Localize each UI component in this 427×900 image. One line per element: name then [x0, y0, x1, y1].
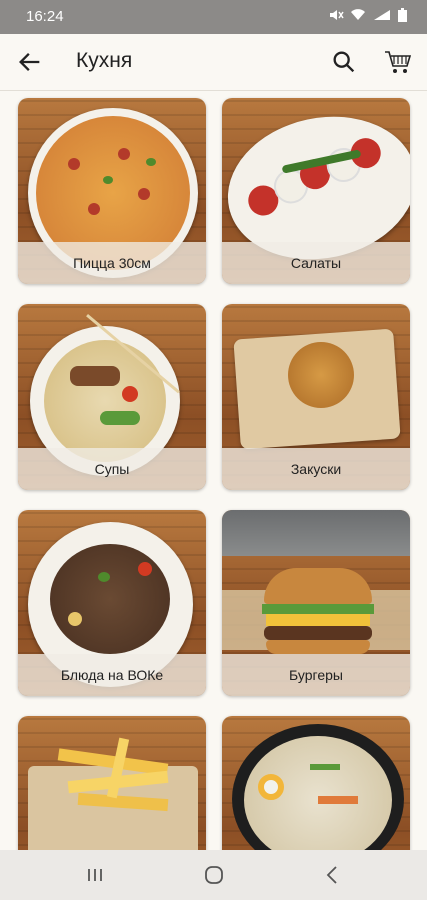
status-time: 16:24	[26, 8, 64, 25]
category-tile-snacks[interactable]: Закуски	[222, 304, 410, 490]
tile-caption: Супы	[18, 448, 206, 490]
category-tile-pizza[interactable]: Пицца 30см	[18, 98, 206, 284]
system-nav-bar	[0, 850, 427, 900]
page-title: Кухня	[76, 49, 133, 72]
tile-caption: Пицца 30см	[18, 242, 206, 284]
category-tile-salads[interactable]: Салаты	[222, 98, 410, 284]
category-tile-noodle-soup[interactable]	[222, 716, 410, 850]
category-grid: Пицца 30см Салаты Супы Закуски Блюда на …	[0, 90, 427, 850]
signal-icon	[374, 10, 390, 20]
fried-snack	[288, 342, 354, 408]
wifi-icon	[351, 9, 365, 20]
back-icon[interactable]	[320, 862, 346, 888]
tile-caption: Блюда на ВОКе	[18, 654, 206, 696]
mute-icon	[330, 10, 344, 20]
search-icon[interactable]	[330, 48, 358, 76]
status-bar: 16:24	[0, 0, 427, 34]
tile-caption: Закуски	[222, 448, 410, 490]
tile-caption: Салаты	[222, 242, 410, 284]
home-icon[interactable]	[201, 862, 227, 888]
burger-bun-top	[264, 568, 372, 604]
arrow-left-icon[interactable]	[16, 48, 44, 76]
tile-caption: Бургеры	[222, 654, 410, 696]
battery-icon	[398, 8, 407, 22]
category-tile-burgers[interactable]: Бургеры	[222, 510, 410, 696]
category-tile-fries[interactable]	[18, 716, 206, 850]
category-tile-soups[interactable]: Супы	[18, 304, 206, 490]
recent-apps-icon[interactable]	[82, 862, 108, 888]
status-icons	[328, 8, 407, 22]
category-tile-wok[interactable]: Блюда на ВОКе	[18, 510, 206, 696]
app-bar: Кухня	[0, 34, 427, 91]
shopping-cart-icon[interactable]	[382, 46, 414, 78]
